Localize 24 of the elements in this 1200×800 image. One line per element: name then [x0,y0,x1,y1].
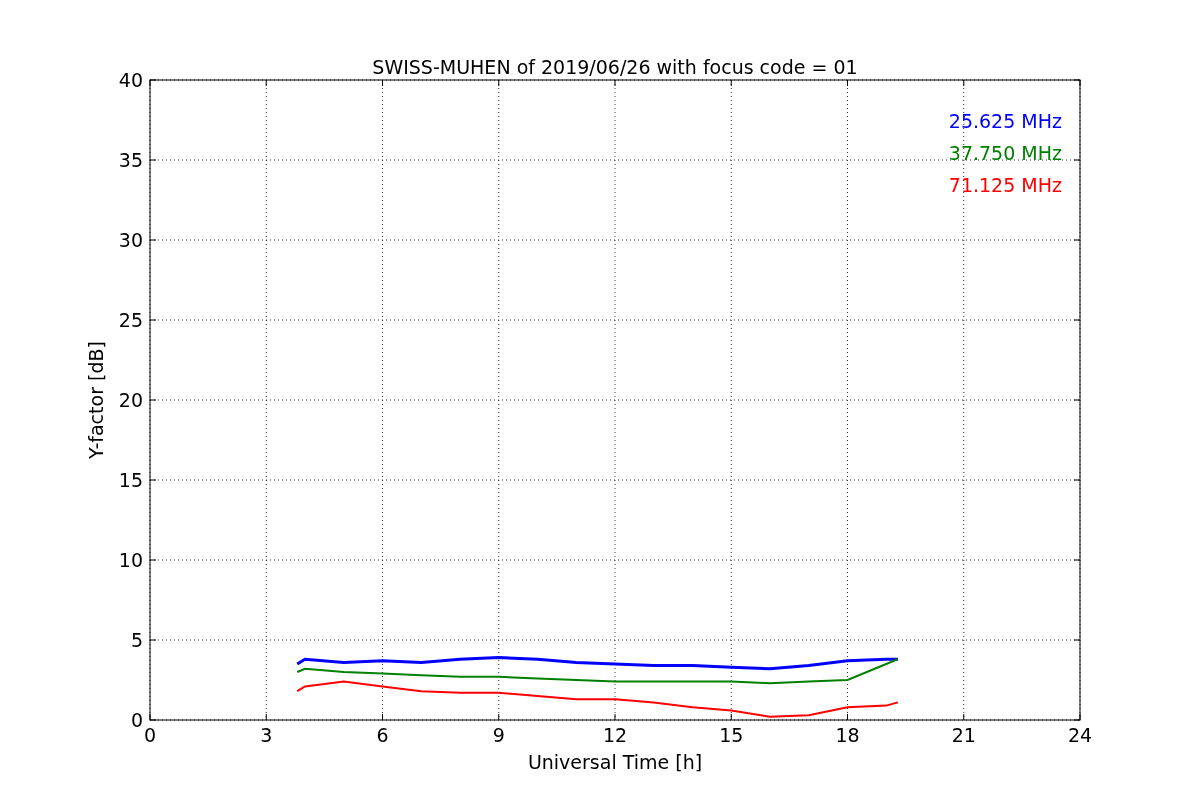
x-tick-label: 15 [719,724,744,746]
chart-title: SWISS-MUHEN of 2019/06/26 with focus code = 01 [372,56,858,78]
x-tick-label: 3 [260,724,273,746]
x-tick-label: 18 [835,724,860,746]
x-tick-label: 6 [376,724,389,746]
x-axis-label: Universal Time [h] [527,751,703,773]
y-tick-label: 0 [130,709,143,731]
legend-label: 25.625 MHz [948,110,1062,132]
x-tick-label: 9 [492,724,505,746]
y-tick-label: 25 [118,309,143,331]
y-tick-label: 5 [130,629,143,651]
x-tick-label: 0 [143,724,157,746]
y-axis-label: Y-factor [dB] [85,341,107,459]
y-tick-label: 30 [118,229,143,251]
legend-label: 71.125 MHz [948,174,1062,196]
x-tick-label: 24 [1067,724,1093,746]
y-tick-label: 10 [118,549,143,571]
y-tick-label: 15 [118,469,143,491]
x-tick-label: 21 [951,724,976,746]
y-tick-label: 20 [118,389,143,411]
x-tick-label: 12 [602,724,628,746]
legend-label: 37.750 MHz [948,142,1062,164]
y-tick-label: 35 [118,149,143,171]
y-tick-label: 40 [118,69,143,91]
